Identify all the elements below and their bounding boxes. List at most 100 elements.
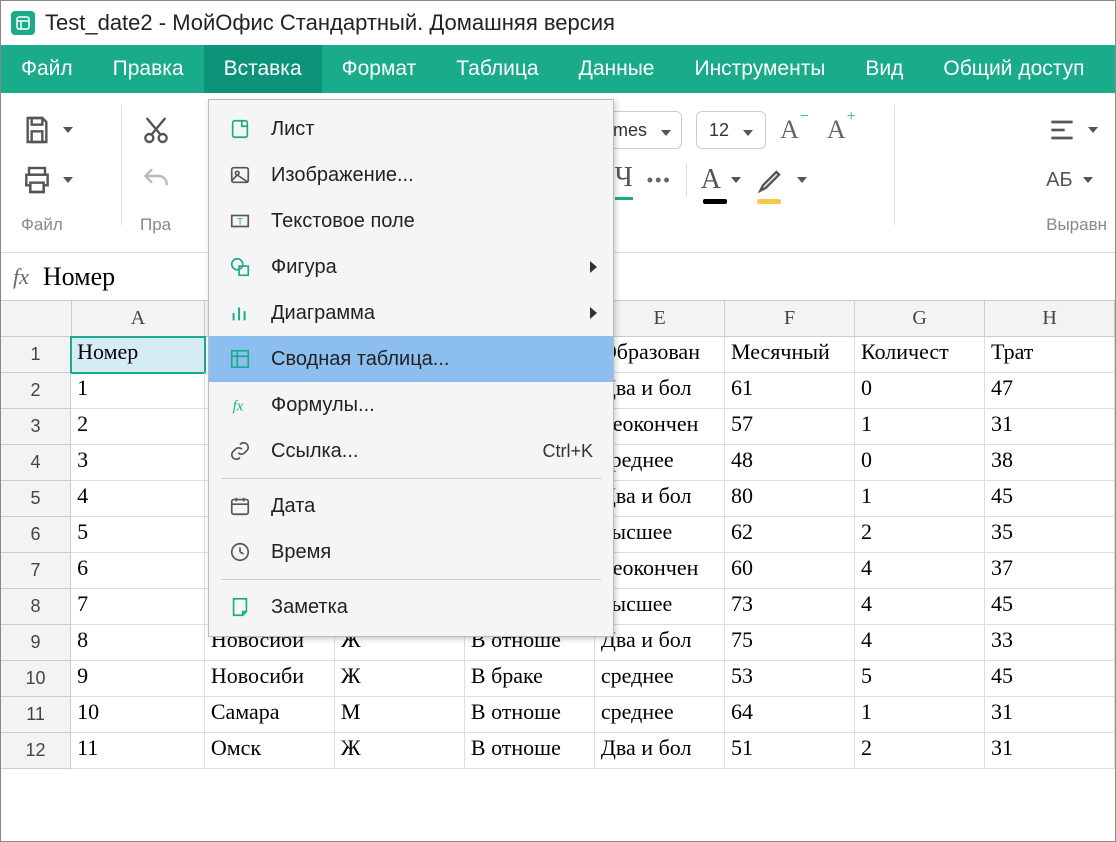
cell[interactable]: В отноше (465, 733, 595, 769)
menu-формат[interactable]: Формат (322, 45, 437, 93)
cell[interactable]: 2 (855, 733, 985, 769)
cell[interactable]: 73 (725, 589, 855, 625)
cell[interactable]: 3 (71, 445, 205, 481)
cell[interactable]: 31 (985, 409, 1115, 445)
row-header[interactable]: 4 (1, 445, 71, 481)
cell[interactable]: 60 (725, 553, 855, 589)
underline-button[interactable]: Ч (615, 160, 633, 200)
fx-icon[interactable]: fx (13, 264, 29, 290)
font-size-select[interactable]: 12 (696, 111, 766, 149)
menu-item-note[interactable]: Заметка (209, 584, 613, 630)
row-header[interactable]: 7 (1, 553, 71, 589)
row-header[interactable]: 11 (1, 697, 71, 733)
cell[interactable]: Ж (335, 733, 465, 769)
decrease-font-button[interactable]: A− (780, 110, 799, 150)
cell[interactable]: высшее (595, 589, 725, 625)
cell[interactable]: 48 (725, 445, 855, 481)
menu-item-time[interactable]: Время (209, 529, 613, 575)
cell[interactable]: 35 (985, 517, 1115, 553)
cell[interactable]: 4 (855, 625, 985, 661)
cell[interactable]: среднее (595, 661, 725, 697)
formula-text[interactable]: Номер (43, 262, 115, 292)
cell[interactable]: Номер (71, 337, 205, 373)
cell[interactable]: 8 (71, 625, 205, 661)
undo-button[interactable] (140, 160, 172, 200)
menu-item-chart[interactable]: Диаграмма (209, 290, 613, 336)
cell[interactable]: неокончен (595, 553, 725, 589)
cell[interactable]: 1 (855, 481, 985, 517)
menu-правка[interactable]: Правка (93, 45, 204, 93)
row-header[interactable]: 5 (1, 481, 71, 517)
cell[interactable]: 45 (985, 589, 1115, 625)
cell[interactable]: 5 (855, 661, 985, 697)
cell[interactable]: 11 (71, 733, 205, 769)
save-button[interactable] (21, 110, 73, 150)
cell[interactable]: 61 (725, 373, 855, 409)
cell[interactable]: 0 (855, 445, 985, 481)
column-header[interactable]: F (725, 301, 855, 337)
highlight-button[interactable] (755, 160, 807, 200)
wrap-button[interactable]: АБ (1046, 160, 1092, 200)
cell[interactable]: 7 (71, 589, 205, 625)
menu-item-link[interactable]: Ссылка...Ctrl+K (209, 428, 613, 474)
cell[interactable]: Два и бол (595, 625, 725, 661)
cell[interactable]: Два и бол (595, 373, 725, 409)
cell[interactable]: 1 (71, 373, 205, 409)
menu-вид[interactable]: Вид (845, 45, 923, 93)
menu-вставка[interactable]: Вставка (204, 45, 322, 93)
column-header[interactable]: A (72, 301, 206, 337)
cell[interactable]: 9 (71, 661, 205, 697)
cell[interactable]: 6 (71, 553, 205, 589)
column-header[interactable]: G (855, 301, 985, 337)
cell[interactable]: 38 (985, 445, 1115, 481)
cell[interactable]: 45 (985, 661, 1115, 697)
cell[interactable]: 75 (725, 625, 855, 661)
grid-corner[interactable] (1, 301, 72, 337)
cell[interactable]: Количест (855, 337, 985, 373)
cell[interactable]: среднее (595, 445, 725, 481)
cell[interactable]: 37 (985, 553, 1115, 589)
column-header[interactable]: H (985, 301, 1115, 337)
menu-item-image[interactable]: Изображение... (209, 152, 613, 198)
row-header[interactable]: 2 (1, 373, 71, 409)
cell[interactable]: Новосиби (205, 661, 335, 697)
cell[interactable]: 47 (985, 373, 1115, 409)
cell[interactable]: 1 (855, 697, 985, 733)
cell[interactable]: Трат (985, 337, 1115, 373)
menu-item-shape[interactable]: Фигура (209, 244, 613, 290)
row-header[interactable]: 3 (1, 409, 71, 445)
row-header[interactable]: 6 (1, 517, 71, 553)
cell[interactable]: 51 (725, 733, 855, 769)
cell[interactable]: среднее (595, 697, 725, 733)
cell[interactable]: 62 (725, 517, 855, 553)
row-header[interactable]: 8 (1, 589, 71, 625)
cell[interactable]: 2 (855, 517, 985, 553)
cell[interactable]: 45 (985, 481, 1115, 517)
menu-item-formula[interactable]: fxФормулы... (209, 382, 613, 428)
more-formatting-button[interactable]: ••• (647, 160, 672, 200)
cell[interactable]: В отноше (465, 697, 595, 733)
row-header[interactable]: 1 (1, 337, 71, 373)
menu-инструменты[interactable]: Инструменты (674, 45, 845, 93)
row-header[interactable]: 12 (1, 733, 71, 769)
cut-button[interactable] (140, 110, 172, 150)
cell[interactable]: 1 (855, 409, 985, 445)
cell[interactable]: 2 (71, 409, 205, 445)
cell[interactable]: высшее (595, 517, 725, 553)
cell[interactable]: 4 (855, 553, 985, 589)
cell[interactable]: 31 (985, 697, 1115, 733)
cell[interactable]: 0 (855, 373, 985, 409)
cell[interactable]: 80 (725, 481, 855, 517)
cell[interactable]: Омск (205, 733, 335, 769)
increase-font-button[interactable]: A+ (827, 110, 846, 150)
cell[interactable]: 33 (985, 625, 1115, 661)
cell[interactable]: неокончен (595, 409, 725, 445)
cell[interactable]: Два и бол (595, 481, 725, 517)
column-header[interactable]: E (595, 301, 725, 337)
cell[interactable]: 53 (725, 661, 855, 697)
cell[interactable]: 57 (725, 409, 855, 445)
font-color-button[interactable]: А (701, 160, 741, 200)
cell[interactable]: 4 (855, 589, 985, 625)
cell[interactable]: М (335, 697, 465, 733)
menu-общий доступ[interactable]: Общий доступ (923, 45, 1104, 93)
